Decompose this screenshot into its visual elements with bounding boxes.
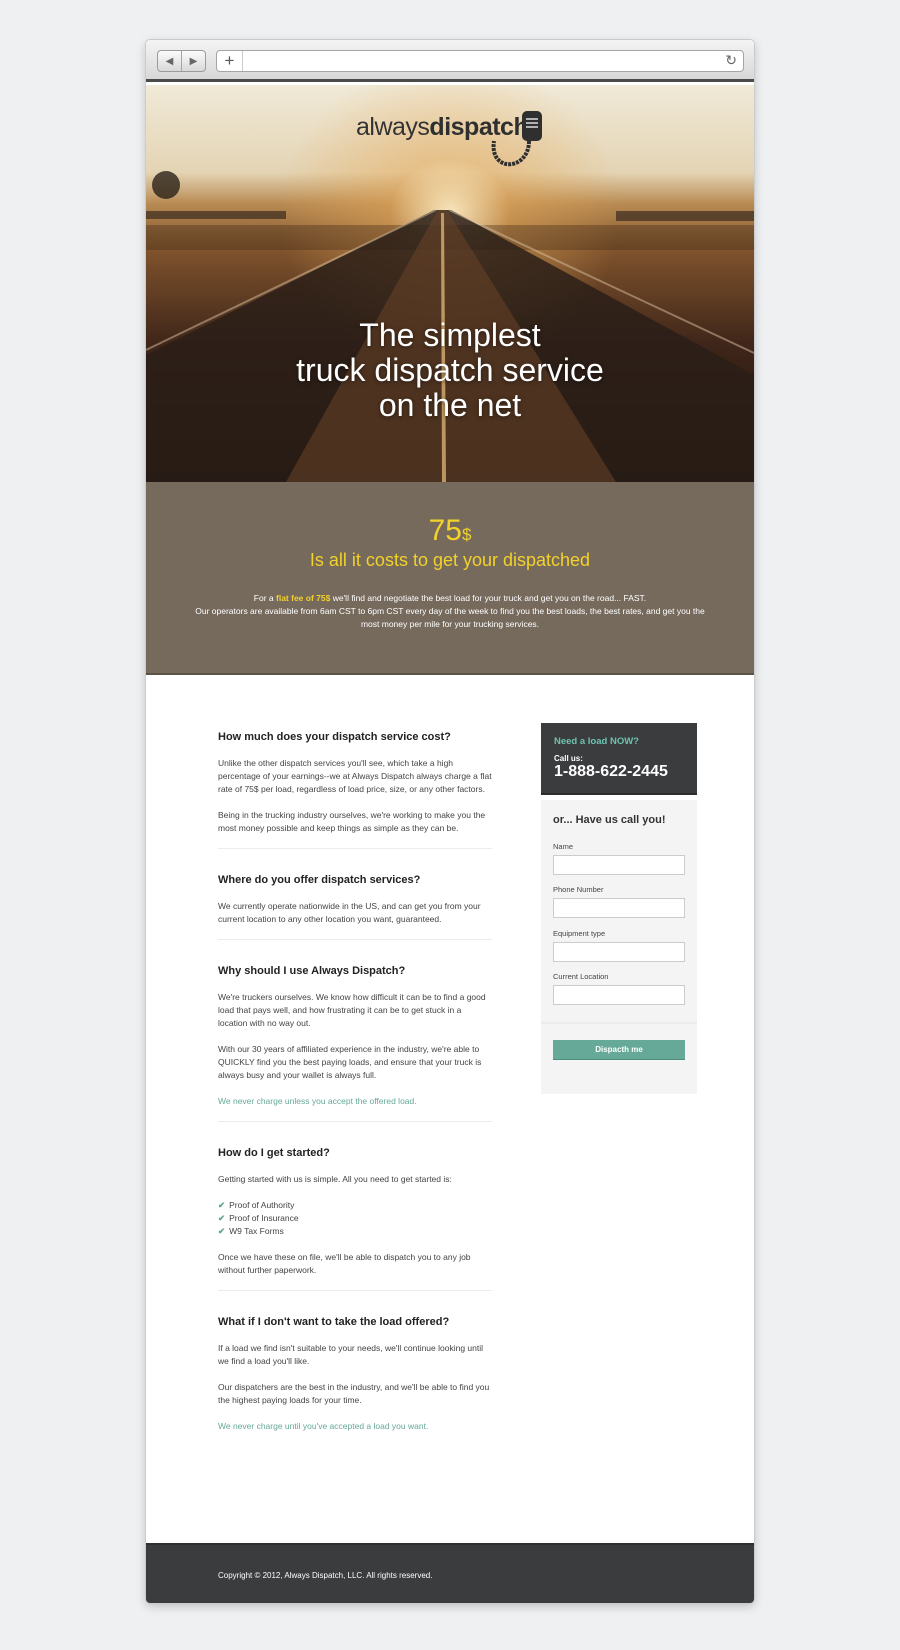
section-divider (218, 939, 492, 940)
list-item-label: Proof of Authority (229, 1200, 295, 1210)
list-item-label: Proof of Insurance (229, 1213, 299, 1223)
faq-question: How much does your dispatch service cost… (218, 731, 451, 743)
faq-paragraph: Getting started with us is simple. All y… (218, 1174, 452, 1184)
list-item: ✔ W9 Tax Forms (218, 1225, 492, 1238)
faq-paragraph: We currently operate nationwide in the U… (218, 901, 481, 924)
name-field: Name (553, 842, 685, 875)
faq-section: Why should I use Always Dispatch? We're … (218, 965, 492, 1122)
hero-headline-line: on the net (378, 387, 522, 423)
call-us-panel: Need a load NOW? Call us: 1-888-622-2445 (541, 723, 697, 795)
faq-paragraph: Being in the trucking industry ourselves… (218, 810, 486, 833)
address-bar[interactable]: + ↻ (216, 50, 744, 72)
field-label: Equipment type (553, 929, 606, 938)
checkmark-icon: ✔ (218, 1200, 226, 1210)
hero-headline-line: The simplest (359, 317, 541, 353)
faq-paragraph: Our dispatchers are the best in the indu… (218, 1382, 490, 1405)
list-item-label: W9 Tax Forms (229, 1226, 284, 1236)
price-desc-prefix: For a (253, 593, 276, 603)
forward-icon[interactable]: ▶ (182, 51, 205, 71)
faq-section: What if I don't want to take the load of… (218, 1316, 492, 1433)
faq-column: How much does your dispatch service cost… (218, 731, 492, 1446)
faq-paragraph: If a load we find isn't suitable to your… (218, 1343, 484, 1366)
price-description: For a flat fee of 75$ we'll find and neg… (186, 592, 714, 631)
form-divider (541, 1022, 697, 1024)
field-label: Name (553, 842, 574, 851)
call-us-label: Call us: (554, 754, 583, 763)
price-tagline: Is all it costs to get your dispatched (309, 550, 591, 570)
form-title: or... Have us call you! (553, 814, 666, 826)
dispatch-me-button[interactable]: Dispacth me (553, 1040, 685, 1060)
name-input[interactable] (553, 855, 685, 875)
faq-question: How do I get started? (218, 1147, 330, 1159)
price-amount: 75$ (146, 514, 754, 548)
faq-note: We never charge until you've accepted a … (218, 1421, 429, 1431)
requirements-list: ✔ Proof of Authority ✔ Proof of Insurance … (218, 1199, 492, 1238)
faq-paragraph: We're truckers ourselves. We know how di… (218, 992, 486, 1028)
price-value: 75 (428, 514, 462, 547)
nav-buttons: ◀ ▶ (157, 50, 206, 72)
faq-section: How much does your dispatch service cost… (218, 731, 492, 849)
section-divider (218, 1121, 492, 1122)
price-desc-highlight: flat fee of 75$ (276, 593, 331, 603)
price-desc-line2: Our operators are available from 6am CST… (195, 606, 705, 629)
list-item: ✔ Proof of Insurance (218, 1212, 492, 1225)
faq-note: We never charge unless you accept the of… (218, 1096, 417, 1106)
checkmark-icon: ✔ (218, 1226, 226, 1236)
price-desc-line1: we'll find and negotiate the best load f… (330, 593, 647, 603)
faq-paragraph: With our 30 years of affiliated experien… (218, 1044, 482, 1080)
price-currency: $ (461, 525, 472, 544)
faq-section: Where do you offer dispatch services? We… (218, 874, 492, 940)
hero-headline: The simplest truck dispatch service on t… (146, 318, 754, 423)
location-input[interactable] (553, 985, 685, 1005)
browser-window: ◀ ▶ + ↻ alwaysdispatch The simplest truc… (146, 40, 754, 1603)
faq-question: Where do you offer dispatch services? (218, 874, 421, 886)
faq-question: Why should I use Always Dispatch? (218, 965, 406, 977)
field-label: Current Location (553, 972, 609, 981)
equipment-input[interactable] (553, 942, 685, 962)
copyright-text: Copyright © 2012, Always Dispatch, LLC. … (218, 1571, 433, 1580)
browser-toolbar: ◀ ▶ + ↻ (146, 40, 754, 82)
footer: Copyright © 2012, Always Dispatch, LLC. … (146, 1543, 754, 1603)
hero-headline-line: truck dispatch service (296, 352, 604, 388)
faq-question: What if I don't want to take the load of… (218, 1316, 450, 1328)
pricing-band: 75$ Is all it costs to get your dispatch… (146, 482, 754, 675)
reload-icon[interactable]: ↻ (725, 52, 737, 69)
logo-light-text: always (356, 113, 430, 141)
new-tab-icon[interactable]: + (217, 51, 243, 71)
faq-paragraph: Once we have these on file, we'll be abl… (218, 1252, 471, 1275)
section-divider (218, 1290, 492, 1291)
field-label: Phone Number (553, 885, 604, 894)
faq-section: How do I get started? Getting started wi… (218, 1147, 492, 1291)
phone-field: Phone Number (553, 885, 685, 918)
equipment-field: Equipment type (553, 929, 685, 962)
faq-paragraph: Unlike the other dispatch services you'l… (218, 758, 492, 794)
list-item: ✔ Proof of Authority (218, 1199, 492, 1212)
phone-number[interactable]: 1-888-622-2445 (554, 763, 668, 781)
location-field: Current Location (553, 972, 685, 1005)
callback-form: or... Have us call you! Name Phone Numbe… (541, 800, 697, 1094)
phone-input[interactable] (553, 898, 685, 918)
radio-mic-icon (491, 111, 542, 167)
checkmark-icon: ✔ (218, 1213, 226, 1223)
section-divider (218, 848, 492, 849)
need-load-heading: Need a load NOW? (554, 736, 639, 747)
back-icon[interactable]: ◀ (158, 51, 182, 71)
hero-banner: alwaysdispatch The simplest truck dispat… (146, 85, 754, 482)
